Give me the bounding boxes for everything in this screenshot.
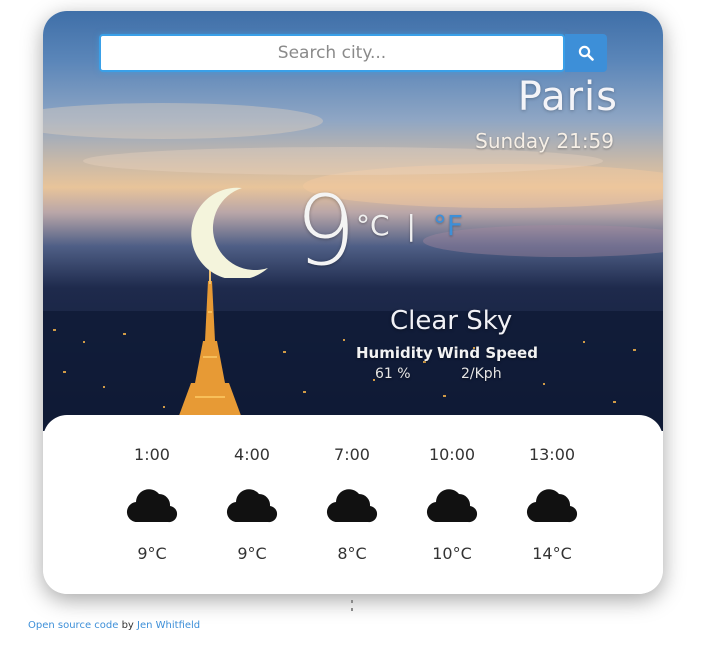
- search-icon: [578, 45, 594, 61]
- unit-separator: |: [406, 209, 416, 242]
- humidity-value: 61 %: [375, 366, 411, 382]
- search-input[interactable]: [101, 36, 563, 70]
- weather-card: Paris Sunday 21:59 9 °C | °F Clear Sky H…: [43, 11, 663, 594]
- forecast-temp: 9°C: [237, 544, 267, 563]
- separator-dots: [351, 600, 353, 611]
- celsius-toggle[interactable]: °C: [356, 209, 390, 242]
- forecast-item: 13:00 14°C: [502, 445, 602, 563]
- humidity-label: Humidity: [356, 344, 433, 362]
- wind-speed-label: Wind Speed: [437, 344, 538, 362]
- hero-background: Paris Sunday 21:59 9 °C | °F Clear Sky H…: [43, 11, 663, 431]
- current-datetime: Sunday 21:59: [475, 129, 614, 153]
- search-button[interactable]: [565, 34, 607, 72]
- wind-speed-value: 2/Kph: [461, 366, 502, 382]
- unit-toggle: °C | °F: [356, 209, 463, 242]
- forecast-time: 7:00: [334, 445, 370, 464]
- author-link[interactable]: Jen Whitfield: [137, 620, 200, 631]
- forecast-item: 1:00 9°C: [102, 445, 202, 563]
- forecast-item: 10:00 10°C: [402, 445, 502, 563]
- city-name: Paris: [517, 74, 618, 120]
- current-temperature: 9: [295, 175, 357, 287]
- cloud-icon: [326, 489, 378, 523]
- forecast-item: 7:00 8°C: [302, 445, 402, 563]
- footer: Open source code by Jen Whitfield: [28, 620, 200, 631]
- source-code-link[interactable]: Open source code: [28, 620, 118, 631]
- hourly-forecast: 1:00 9°C 4:00 9°C 7:00 8°C 10:00 10°C 13…: [43, 415, 663, 594]
- forecast-temp: 8°C: [337, 544, 367, 563]
- cloud-icon: [426, 489, 478, 523]
- forecast-item: 4:00 9°C: [202, 445, 302, 563]
- forecast-time: 10:00: [428, 445, 476, 464]
- moon-icon: [191, 187, 268, 278]
- weather-condition: Clear Sky: [390, 306, 513, 336]
- footer-by: by: [121, 620, 134, 631]
- cloud-icon: [226, 489, 278, 523]
- search-box: [99, 34, 565, 72]
- forecast-temp: 14°C: [532, 544, 572, 563]
- forecast-temp: 10°C: [432, 544, 472, 563]
- forecast-time: 1:00: [134, 445, 170, 464]
- forecast-time: 4:00: [234, 445, 270, 464]
- fahrenheit-toggle[interactable]: °F: [433, 209, 463, 242]
- forecast-time: 13:00: [528, 445, 576, 464]
- forecast-temp: 9°C: [137, 544, 167, 563]
- cloud-icon: [126, 489, 178, 523]
- cloud-icon: [526, 489, 578, 523]
